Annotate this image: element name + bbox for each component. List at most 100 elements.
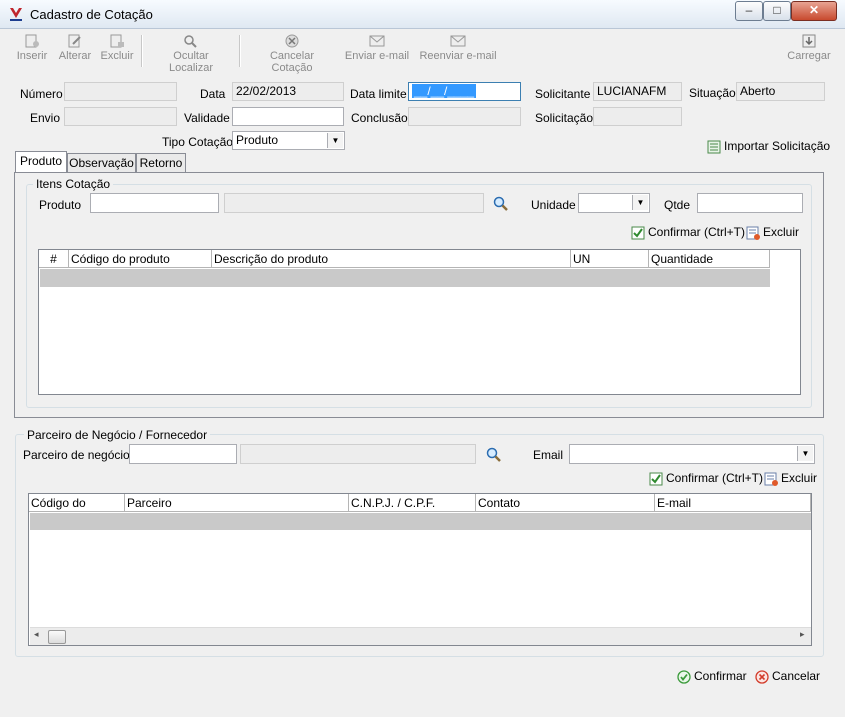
alterar-button[interactable]: Alterar [56,34,94,62]
data-field[interactable]: 22/02/2013 [232,82,344,101]
search-icon[interactable] [486,447,502,463]
importar-solicitacao-label: Importar Solicitação [724,139,831,153]
parceiro-code-field[interactable] [129,444,237,464]
parceiro-label: Parceiro de negócios [23,448,136,462]
inserir-button[interactable]: Inserir [14,34,50,62]
delete-row-icon [746,226,760,240]
enviar-email-button[interactable]: Enviar e-mail [344,34,410,62]
scroll-left-icon[interactable]: ◂ [34,629,39,640]
importar-solicitacao-button[interactable]: Importar Solicitação [707,139,830,154]
table-row[interactable] [30,513,811,530]
check-circle-icon [677,670,691,684]
data-limite-field[interactable]: __/__/____ [408,82,521,101]
parceiro-confirmar-label: Confirmar (Ctrl+T) [666,471,764,485]
data-label: Data [200,87,226,101]
reenviar-email-button[interactable]: Reenviar e-mail [418,34,498,62]
tipo-cotacao-select[interactable]: Produto ▼ [232,131,345,150]
window-title: Cadastro de Cotação [30,7,153,22]
itens-excluir-button[interactable]: Excluir [746,225,799,240]
column-header-cnpj-cpf[interactable]: C.N.P.J. / C.P.F. [349,494,476,512]
email-select[interactable]: ▼ [569,444,815,464]
cancelar-label: Cancelar [772,669,821,683]
parceiro-title: Parceiro de Negócio / Fornecedor [24,428,211,442]
toolbar-separator [239,35,241,67]
itens-excluir-label: Excluir [763,225,800,239]
horizontal-scrollbar[interactable]: ◂ ▸ [30,627,811,645]
chevron-down-icon: ▼ [797,446,813,461]
itens-confirmar-button[interactable]: Confirmar (Ctrl+T) [631,225,745,240]
cancel-icon [285,34,299,48]
qtde-field[interactable] [697,193,803,213]
cancelar-button[interactable]: Cancelar [755,669,820,684]
produto-code-field[interactable] [90,193,219,213]
data-limite-label: Data limite [350,87,407,101]
parceiro-name-field[interactable] [240,444,476,464]
inserir-label: Inserir [16,50,48,62]
produto-desc-field[interactable] [224,193,484,213]
mail-resend-icon [450,35,466,47]
confirmar-button[interactable]: Confirmar [677,669,747,684]
tipo-cotacao-value: Produto [236,133,279,147]
conclusao-field[interactable] [408,107,521,126]
close-button[interactable]: ✕ [791,1,837,21]
column-header-index[interactable]: # [39,250,69,268]
numero-field[interactable] [64,82,177,101]
delete-icon [110,34,124,48]
parceiro-confirmar-button[interactable]: Confirmar (Ctrl+T) [649,471,763,486]
ocultar-localizar-label: Ocultar Localizar [168,50,214,74]
maximize-button[interactable]: □ [763,1,791,21]
email-label: Email [533,448,564,462]
column-header-quantidade[interactable]: Quantidade [649,250,770,268]
situacao-label: Situação [689,86,736,100]
parceiro-excluir-label: Excluir [781,471,818,485]
carregar-button[interactable]: Carregar [784,34,834,62]
load-icon [802,34,816,48]
itens-grid[interactable]: # Código do produto Descrição do produto… [38,249,801,395]
ocultar-localizar-button[interactable]: Ocultar Localizar [150,34,232,74]
chevron-down-icon: ▼ [632,195,648,210]
tipo-cotacao-label: Tipo Cotação [162,135,233,149]
title-bar: Cadastro de Cotação – □ ✕ [0,0,845,29]
enviar-email-label: Enviar e-mail [344,50,410,62]
tab-observacao[interactable]: Observação [67,153,136,173]
alterar-label: Alterar [58,50,92,62]
solicitacao-field[interactable] [593,107,682,126]
unidade-select[interactable]: ▼ [578,193,650,213]
excluir-button[interactable]: Excluir [100,34,134,62]
column-header-un[interactable]: UN [571,250,649,268]
cancel-circle-icon [755,670,769,684]
unidade-label: Unidade [531,198,576,212]
situacao-field[interactable]: Aberto [736,82,825,101]
solicitacao-label: Solicitação [535,111,594,125]
envio-label: Envio [30,111,61,125]
itens-confirmar-label: Confirmar (Ctrl+T) [648,225,746,239]
excluir-label: Excluir [100,50,134,62]
validade-field[interactable] [232,107,344,126]
qtde-label: Qtde [664,198,691,212]
produto-label: Produto [39,198,82,212]
insert-icon [25,34,39,48]
tab-retorno[interactable]: Retorno [136,153,186,173]
parceiro-grid[interactable]: Código do parceiro Parceiro C.N.P.J. / C… [28,493,812,646]
column-header-codigo-produto[interactable]: Código do produto [69,250,212,268]
import-icon [707,140,721,154]
solicitante-field[interactable]: LUCIANAFM [593,82,682,101]
column-header-codigo-parceiro[interactable]: Código do parceiro [29,494,125,528]
column-header-descricao-produto[interactable]: Descrição do produto [212,250,571,268]
tab-produto[interactable]: Produto [15,151,67,173]
app-logo-icon [10,8,22,21]
cancelar-cotacao-button[interactable]: Cancelar Cotação [248,34,336,74]
minimize-button[interactable]: – [735,1,763,21]
solicitante-label: Solicitante [535,87,591,101]
column-header-parceiro[interactable]: Parceiro [125,494,349,512]
scroll-right-icon[interactable]: ▸ [800,629,805,640]
delete-row-icon [764,472,778,486]
parceiro-excluir-button[interactable]: Excluir [764,471,817,486]
data-limite-value: __/__/____ [412,84,477,98]
scrollbar-thumb[interactable] [48,630,66,644]
column-header-email[interactable]: E-mail [655,494,811,512]
column-header-contato[interactable]: Contato [476,494,655,512]
search-icon[interactable] [493,196,509,212]
table-row[interactable] [40,269,770,287]
envio-field[interactable] [64,107,177,126]
